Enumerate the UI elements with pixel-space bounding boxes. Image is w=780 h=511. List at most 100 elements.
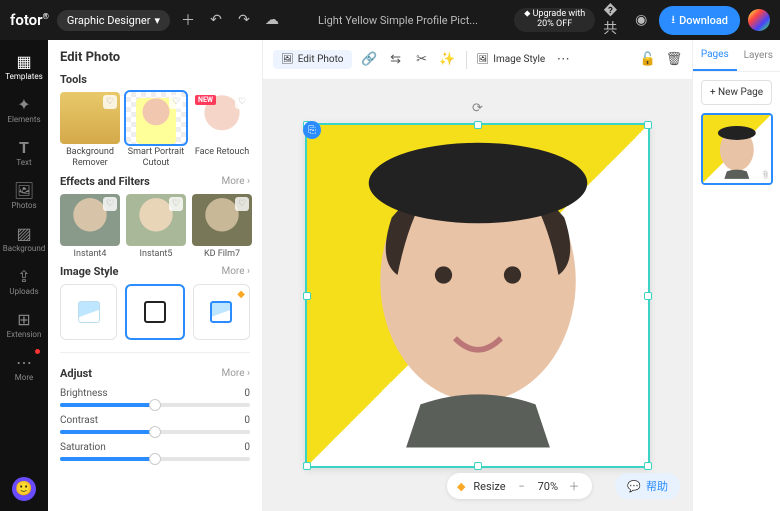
resize-handle-bl[interactable] — [303, 462, 311, 470]
contrast-label: Contrast — [60, 415, 98, 426]
zoom-control: ◆ Resize − 70% ＋ — [447, 473, 592, 499]
effects-heading: Effects and Filters — [60, 175, 150, 188]
sidebar-item-background[interactable]: ▨Background — [0, 218, 48, 259]
sidebar-item-templates[interactable]: ▦Templates — [0, 46, 48, 87]
sidebar-item-more[interactable]: ⋯More — [0, 347, 48, 388]
tab-layers[interactable]: Layers — [737, 40, 780, 71]
role-dropdown[interactable]: Graphic Designer ▾ — [57, 10, 170, 31]
effect-instant4[interactable]: ♡Instant4 — [60, 194, 120, 260]
uploads-icon: ⇪ — [15, 267, 33, 285]
image-style-button[interactable]: 🖼Image Style — [477, 54, 546, 65]
sidebar-item-uploads[interactable]: ⇪Uploads — [0, 261, 48, 302]
favorite-icon[interactable]: ♡ — [235, 95, 249, 109]
effects-more-link[interactable]: More › — [221, 176, 250, 187]
resize-handle-b[interactable] — [474, 462, 482, 470]
tool-background-remover[interactable]: ♡ Background Remover — [60, 92, 120, 169]
slider-thumb[interactable] — [149, 399, 161, 411]
saturation-value: 0 — [244, 442, 250, 453]
sidebar-item-text[interactable]: TText — [0, 132, 48, 173]
favorite-icon[interactable]: ♡ — [235, 197, 249, 211]
sidebar-item-elements[interactable]: ✦Elements — [0, 89, 48, 130]
adjust-section: Adjust More › Brightness 0 Contrast 0 Satur… — [60, 367, 250, 461]
layer-badge-icon[interactable]: ⎘ — [303, 121, 321, 139]
extension-icon: ⊞ — [15, 310, 33, 328]
style-option-3[interactable]: ◆ — [193, 284, 250, 340]
adjust-heading: Adjust — [60, 367, 92, 380]
favorite-icon[interactable]: ♡ — [169, 95, 183, 109]
preview-icon[interactable]: ◉ — [631, 10, 651, 30]
delete-icon[interactable]: 🗑 — [666, 52, 682, 68]
left-sidebar: ▦Templates ✦Elements TText 🖼Photos ▨Back… — [0, 40, 48, 511]
rotate-handle[interactable]: ⟳ — [472, 101, 483, 116]
style-option-1[interactable] — [60, 284, 117, 340]
more-options-icon[interactable]: ⋯ — [555, 52, 571, 68]
sidebar-item-photos[interactable]: 🖼Photos — [0, 175, 48, 216]
edit-photo-button[interactable]: 🖼Edit Photo — [273, 50, 352, 69]
resize-label[interactable]: Resize — [473, 480, 505, 493]
sidebar-item-extension[interactable]: ⊞Extension — [0, 304, 48, 345]
canvas-area: 🖼Edit Photo 🔗 ⇆ ✂ ✨ 🖼Image Style ⋯ 🔓 🗑 — [263, 40, 692, 511]
undo-icon[interactable]: ↶ — [206, 10, 226, 30]
effects-icon[interactable]: ✨ — [440, 52, 456, 68]
templates-icon: ▦ — [15, 52, 33, 70]
resize-handle-r[interactable] — [644, 292, 652, 300]
contrast-value: 0 — [244, 415, 250, 426]
adjust-contrast: Contrast 0 — [60, 415, 250, 434]
adjust-saturation: Saturation0 — [60, 442, 250, 461]
page-thumbnail-1[interactable]: 1 — [701, 113, 773, 185]
elements-icon: ✦ — [15, 95, 33, 113]
slider-thumb[interactable] — [149, 453, 161, 465]
flip-icon[interactable]: ⇆ — [388, 52, 404, 68]
tool-smart-portrait-cutout[interactable]: ♡ Smart Portrait Cutout — [126, 92, 186, 169]
link-icon[interactable]: 🔗 — [362, 52, 378, 68]
separator — [466, 51, 467, 69]
resize-handle-l[interactable] — [303, 292, 311, 300]
brightness-slider[interactable] — [60, 403, 250, 407]
user-avatar[interactable] — [748, 9, 770, 31]
document-title[interactable]: Light Yellow Simple Profile Pict... — [290, 14, 506, 27]
adjust-brightness: Brightness 0 — [60, 388, 250, 407]
download-button[interactable]: ⭳ Download — [659, 6, 740, 35]
role-label: Graphic Designer — [67, 14, 151, 27]
upgrade-button[interactable]: ⬥ Upgrade with 20% OFF — [514, 8, 595, 32]
tool-face-retouch[interactable]: NEW♡ Face Retouch — [192, 92, 252, 169]
favorite-icon[interactable]: ♡ — [103, 95, 117, 109]
zoom-in-button[interactable]: ＋ — [566, 478, 582, 494]
edit-photo-icon: 🖼 — [281, 54, 294, 65]
favorite-icon[interactable]: ♡ — [103, 197, 117, 211]
slider-thumb[interactable] — [149, 426, 161, 438]
saturation-slider[interactable] — [60, 457, 250, 461]
panel-title: Edit Photo — [60, 50, 250, 65]
crop-icon[interactable]: ✂ — [414, 52, 430, 68]
canvas[interactable]: ⟳ ⎘ ＋ — [305, 123, 650, 468]
lock-icon[interactable]: 🔓 — [640, 52, 656, 68]
zoom-out-button[interactable]: − — [514, 478, 530, 494]
image-style-more-link[interactable]: More › — [221, 266, 250, 277]
resize-handle-tr[interactable] — [644, 121, 652, 129]
resize-handle-br[interactable] — [644, 462, 652, 470]
new-page-button[interactable]: + New Page — [701, 80, 772, 105]
resize-handle-t[interactable] — [474, 121, 482, 129]
brightness-label: Brightness — [60, 388, 108, 399]
tab-pages[interactable]: Pages — [693, 40, 737, 71]
add-icon[interactable]: ＋ — [178, 10, 198, 30]
redo-icon[interactable]: ↷ — [234, 10, 254, 30]
chat-icon: 💬 — [627, 480, 641, 493]
image-style-heading: Image Style — [60, 265, 118, 278]
canvas-viewport[interactable]: ⟳ ⎘ ＋ — [263, 80, 692, 511]
brightness-value: 0 — [244, 388, 250, 399]
cloud-sync-icon[interactable]: ☁ — [262, 10, 282, 30]
help-button[interactable]: 💬帮助 — [615, 473, 680, 499]
favorite-icon[interactable]: ♡ — [169, 197, 183, 211]
tools-row: ♡ Background Remover ♡ Smart Portrait Cu… — [60, 92, 250, 169]
effect-instant5[interactable]: ♡Instant5 — [126, 194, 186, 260]
edit-panel: Edit Photo Tools ♡ Background Remover ♡ … — [48, 40, 263, 511]
effects-row: ♡Instant4 ♡Instant5 ♡KD Film7 — [60, 194, 250, 260]
assistant-badge[interactable]: 🙂 — [12, 477, 36, 501]
share-icon[interactable]: �共 — [603, 10, 623, 30]
download-label: Download — [679, 14, 728, 27]
adjust-more-link[interactable]: More › — [221, 368, 250, 379]
contrast-slider[interactable] — [60, 430, 250, 434]
style-option-2[interactable] — [125, 284, 184, 340]
effect-kd-film7[interactable]: ♡KD Film7 — [192, 194, 252, 260]
